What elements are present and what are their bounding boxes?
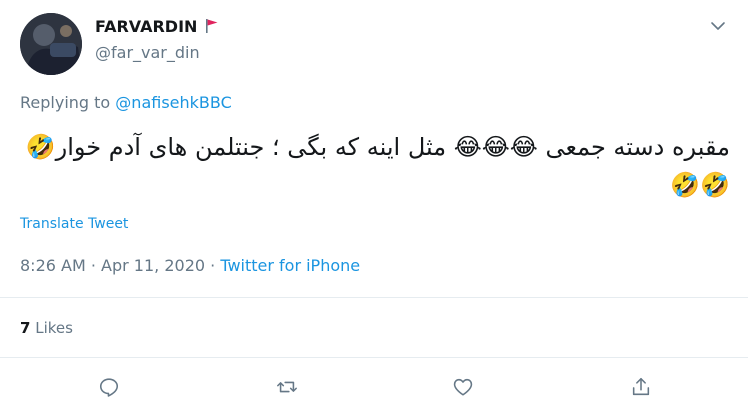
meta-separator: · <box>85 256 102 275</box>
replying-prefix: Replying to <box>20 93 116 112</box>
divider <box>0 297 748 298</box>
reply-mention-link[interactable]: @nafisehkBBC <box>115 93 231 112</box>
retweet-icon <box>275 376 299 402</box>
tweet-text: مقبره دسته جمعی 😂😂😂 مثل اینه که بگی ؛ جن… <box>25 133 730 199</box>
reply-button[interactable] <box>96 376 122 402</box>
divider <box>0 357 748 358</box>
retweet-button[interactable] <box>274 376 300 402</box>
translate-tweet-link[interactable]: Translate Tweet <box>20 216 128 232</box>
display-name-text: FARVARDIN <box>95 17 198 36</box>
heart-icon <box>452 376 474 402</box>
replying-to: Replying to @nafisehkBBC <box>20 93 232 112</box>
tweet-source-link[interactable]: Twitter for iPhone <box>220 256 360 275</box>
display-name[interactable]: FARVARDIN <box>95 17 219 38</box>
likes-label: Likes <box>30 319 73 337</box>
share-icon <box>630 376 652 402</box>
chevron-down-icon[interactable] <box>706 17 730 35</box>
avatar[interactable] <box>20 13 82 75</box>
share-button[interactable] <box>628 376 654 402</box>
like-button[interactable] <box>450 376 476 402</box>
flag-icon <box>205 18 219 38</box>
likes-count: 7 <box>20 319 31 337</box>
reply-icon <box>98 376 120 402</box>
tweet-date[interactable]: Apr 11, 2020 <box>101 256 205 275</box>
tweet-meta: 8:26 AM · Apr 11, 2020 · Twitter for iPh… <box>20 256 360 275</box>
tweet-time[interactable]: 8:26 AM <box>20 256 86 275</box>
likes-stat[interactable]: 7 Likes <box>20 319 73 337</box>
meta-separator-2: · <box>205 256 221 275</box>
user-handle[interactable]: @far_var_din <box>95 43 200 62</box>
